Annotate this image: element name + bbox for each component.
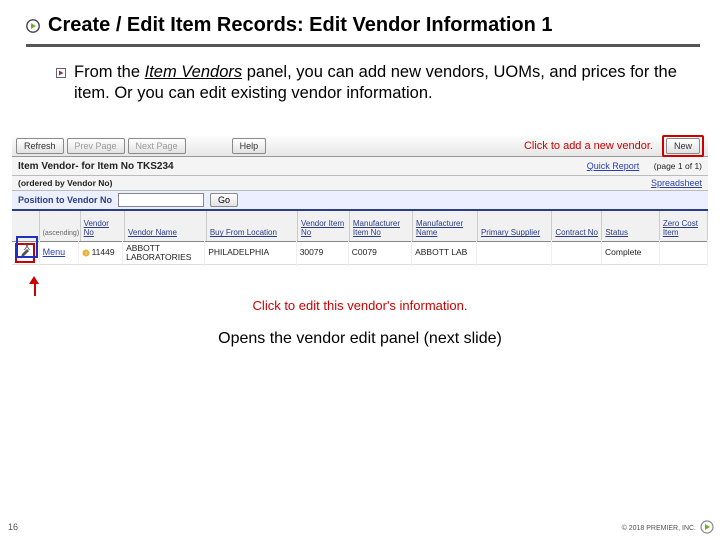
edit-vendor-callout: Click to edit this vendor's information. <box>12 298 708 313</box>
cell-menu[interactable]: Menu <box>40 240 79 266</box>
callout-arrow-head-icon <box>29 276 39 284</box>
new-vendor-callout: Click to add a new vendor. <box>524 140 653 152</box>
table-row: Menu i 11449 ABBOTT LABORATORIES PHILADE… <box>12 242 708 265</box>
spreadsheet-link[interactable]: Spreadsheet <box>651 178 702 188</box>
blue-highlight: X <box>14 236 38 258</box>
cell-vendor-no: i 11449 <box>79 240 124 266</box>
callout-arrow-line <box>34 282 36 296</box>
table-header: (ascending) Vendor No Vendor Name Buy Fr… <box>12 211 708 242</box>
footer-logo-icon <box>700 520 714 534</box>
x-label: X <box>24 242 31 253</box>
order-by-label: (ordered by Vendor No) <box>18 178 112 188</box>
col-menu: (ascending) <box>40 211 81 241</box>
title-bullet-icon <box>26 19 40 33</box>
page-number: 16 <box>8 522 18 532</box>
go-button[interactable]: Go <box>210 193 238 207</box>
embedded-screenshot: Refresh Prev Page Next Page Help Click t… <box>12 136 708 316</box>
quick-report-link[interactable]: Quick Report <box>587 161 640 171</box>
cell-mfr-name: ABBOTT LAB <box>412 240 477 266</box>
col-primary-supplier[interactable]: Primary Supplier <box>478 211 552 241</box>
svg-text:i: i <box>85 251 86 257</box>
col-vendor-name[interactable]: Vendor Name <box>125 211 207 241</box>
col-status[interactable]: Status <box>602 211 660 241</box>
col-vendor-item-no[interactable]: Vendor Item No <box>298 211 350 241</box>
page-title: Create / Edit Item Records: Edit Vendor … <box>48 14 553 37</box>
new-button-highlight: New <box>662 135 704 157</box>
toolbar: Refresh Prev Page Next Page Help Click t… <box>12 136 708 157</box>
position-input[interactable] <box>118 193 204 207</box>
cell-primary <box>477 240 552 266</box>
position-label: Position to Vendor No <box>18 195 112 205</box>
col-vendor-no[interactable]: Vendor No <box>81 211 125 241</box>
panel-header: Item Vendor- for Item No TKS234 Quick Re… <box>12 157 708 176</box>
cell-status: Complete <box>602 240 660 266</box>
prev-page-button[interactable]: Prev Page <box>67 138 125 154</box>
info-icon[interactable]: i <box>82 249 90 257</box>
position-row: Position to Vendor No Go <box>12 191 708 211</box>
col-mfr-name[interactable]: Manufacturer Name <box>413 211 478 241</box>
col-buy-from[interactable]: Buy From Location <box>207 211 298 241</box>
vendor-edit-caption: Opens the vendor edit panel (next slide) <box>0 330 720 348</box>
title-rule <box>26 44 700 47</box>
col-mfr-item-no[interactable]: Manufacturer Item No <box>350 211 413 241</box>
panel-header-title: Item Vendor- for Item No TKS234 <box>18 161 174 172</box>
next-page-button[interactable]: Next Page <box>128 138 186 154</box>
intro-text: From the Item Vendors panel, you can add… <box>74 62 690 105</box>
copyright: © 2018 PREMIER, INC. <box>622 525 696 532</box>
col-zero-cost[interactable]: Zero Cost Item <box>660 211 708 241</box>
cell-mfr-item-no: C0079 <box>349 240 412 266</box>
panel-subheader: (ordered by Vendor No) Spreadsheet <box>12 176 708 191</box>
intro-bullet-icon <box>56 68 66 78</box>
page-indicator: (page 1 of 1) <box>654 161 702 171</box>
col-contract-no[interactable]: Contract No <box>552 211 602 241</box>
cell-zero <box>660 240 708 266</box>
cell-contract <box>552 240 602 266</box>
new-button[interactable]: New <box>666 138 700 154</box>
cell-vendor-name: ABBOTT LABORATORIES <box>123 240 205 266</box>
cell-buy-from: PHILADELPHIA <box>205 240 296 266</box>
help-button[interactable]: Help <box>232 138 267 154</box>
refresh-button[interactable]: Refresh <box>16 138 64 154</box>
cell-vendor-item-no: 30079 <box>297 240 349 266</box>
